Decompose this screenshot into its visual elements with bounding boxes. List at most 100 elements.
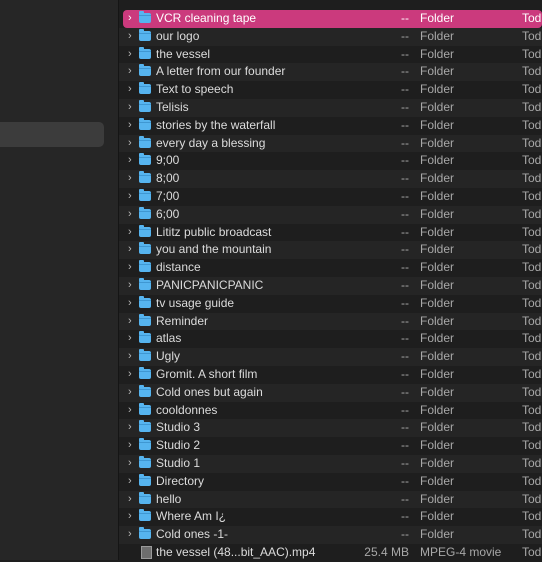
disclosure-chevron-icon[interactable]: › — [128, 224, 136, 242]
folder-row[interactable]: › A letter from our founder -- Folder Tod — [119, 63, 542, 82]
folder-row[interactable]: › the vessel -- Folder Tod — [119, 46, 542, 64]
item-name: tv usage guide — [156, 295, 235, 310]
disclosure-chevron-icon[interactable]: › — [128, 152, 136, 170]
folder-row[interactable]: › Ugly -- Folder Tod — [119, 348, 542, 366]
folder-row[interactable]: › Studio 1 -- Folder Tod — [119, 454, 542, 473]
item-size: -- — [401, 527, 409, 542]
item-kind: Folder — [420, 99, 455, 114]
item-date-modified: Tod — [522, 420, 542, 435]
folder-icon — [139, 188, 151, 201]
disclosure-chevron-icon[interactable]: › — [128, 402, 136, 420]
folder-row[interactable]: › Reminder -- Folder Tod — [119, 312, 542, 331]
folder-row[interactable]: › 9;00 -- Folder Tod — [119, 152, 542, 170]
disclosure-chevron-icon[interactable]: › — [128, 330, 136, 348]
video-file-icon — [141, 545, 152, 559]
item-kind: Folder — [420, 349, 455, 364]
folder-row[interactable]: › Studio 2 -- Folder Tod — [119, 437, 542, 455]
disclosure-chevron-icon[interactable]: › — [128, 28, 136, 46]
folder-row[interactable]: › 6;00 -- Folder Tod — [119, 205, 542, 224]
folder-row[interactable]: › Studio 3 -- Folder Tod — [119, 419, 542, 438]
folder-row[interactable]: › Gromit. A short film -- Folder Tod — [119, 366, 542, 384]
disclosure-chevron-icon[interactable]: › — [128, 170, 136, 188]
folder-row[interactable]: › Text to speech -- Folder Tod — [119, 81, 542, 99]
item-kind: Folder — [420, 473, 455, 488]
disclosure-chevron-icon[interactable]: › — [128, 313, 136, 331]
disclosure-chevron-icon[interactable]: › — [128, 46, 136, 64]
disclosure-chevron-icon[interactable]: › — [128, 117, 136, 135]
folder-icon — [139, 313, 151, 326]
file-row[interactable]: the vessel (48...bit_AAC).mp4 25.4 MB MPEG… — [119, 544, 542, 562]
folder-icon — [139, 117, 151, 130]
folder-row[interactable]: › Directory -- Folder Tod — [119, 473, 542, 491]
folder-row[interactable]: › VCR cleaning tape -- Folder Tod — [123, 10, 542, 28]
disclosure-chevron-icon[interactable]: › — [128, 366, 136, 384]
folder-row[interactable]: › stories by the waterfall -- Folder Tod — [119, 117, 542, 135]
folder-row[interactable]: › PANICPANICPANIC -- Folder Tod — [119, 276, 542, 295]
item-name: Telisis — [156, 99, 189, 114]
disclosure-chevron-icon[interactable]: › — [128, 277, 136, 295]
disclosure-chevron-icon[interactable]: › — [128, 437, 136, 455]
disclosure-chevron-icon[interactable]: › — [128, 295, 136, 313]
item-kind: Folder — [420, 260, 455, 275]
folder-row[interactable]: › atlas -- Folder Tod — [119, 330, 542, 348]
folder-row[interactable]: › 8;00 -- Folder Tod — [119, 170, 542, 188]
item-date-modified: Tod — [522, 11, 542, 25]
folder-icon — [139, 420, 151, 433]
item-name: every day a blessing — [156, 135, 266, 150]
folder-icon — [139, 82, 151, 95]
item-kind: Folder — [420, 46, 455, 61]
disclosure-chevron-icon[interactable]: › — [128, 241, 136, 259]
folder-row[interactable]: › our logo -- Folder Tod — [119, 27, 542, 46]
item-kind: Folder — [420, 153, 455, 168]
disclosure-chevron-icon[interactable]: › — [128, 526, 136, 544]
disclosure-chevron-icon[interactable]: › — [128, 384, 136, 402]
disclosure-chevron-icon[interactable]: › — [128, 259, 136, 277]
disclosure-chevron-icon[interactable]: › — [128, 455, 136, 473]
folder-row[interactable]: › you and the mountain -- Folder Tod — [119, 241, 542, 260]
folder-row[interactable]: › Telisis -- Folder Tod — [119, 98, 542, 117]
item-date-modified: Tod — [522, 438, 542, 453]
folder-row[interactable]: › distance -- Folder Tod — [119, 259, 542, 277]
folder-row[interactable]: › tv usage guide -- Folder Tod — [119, 295, 542, 313]
folder-row[interactable]: › Lititz public broadcast -- Folder Tod — [119, 224, 542, 242]
disclosure-chevron-icon[interactable]: › — [128, 188, 136, 206]
item-size: -- — [401, 224, 409, 239]
item-name: VCR cleaning tape — [156, 11, 257, 25]
folder-row[interactable]: › hello -- Folder Tod — [119, 490, 542, 509]
disclosure-chevron-icon[interactable]: › — [128, 508, 136, 526]
disclosure-chevron-icon[interactable]: › — [128, 99, 136, 117]
item-size: -- — [401, 117, 409, 132]
item-kind: Folder — [420, 64, 455, 79]
item-size: -- — [401, 366, 409, 381]
folder-row[interactable]: › Cold ones -1- -- Folder Tod — [119, 526, 542, 544]
item-name: the vessel (48...bit_AAC).mp4 — [156, 544, 316, 559]
folder-row[interactable]: › every day a blessing -- Folder Tod — [119, 134, 542, 153]
folder-icon — [139, 206, 151, 219]
folder-row[interactable]: › Cold ones but again -- Folder Tod — [119, 383, 542, 402]
item-size: -- — [401, 206, 409, 221]
item-name: PANICPANICPANIC — [156, 277, 264, 292]
item-kind: Folder — [420, 117, 455, 132]
item-kind: Folder — [420, 206, 455, 221]
disclosure-chevron-icon[interactable]: › — [128, 473, 136, 491]
folder-icon — [139, 295, 151, 308]
disclosure-chevron-icon[interactable]: › — [128, 81, 136, 99]
folder-row[interactable]: › 7;00 -- Folder Tod — [119, 188, 542, 206]
disclosure-chevron-icon[interactable]: › — [128, 419, 136, 437]
disclosure-chevron-icon[interactable]: › — [128, 206, 136, 224]
item-kind: Folder — [420, 455, 455, 470]
item-kind: MPEG-4 movie — [420, 544, 502, 559]
item-size: -- — [401, 46, 409, 61]
folder-row[interactable]: › cooldonnes -- Folder Tod — [119, 402, 542, 420]
folder-icon — [139, 46, 151, 59]
item-kind: Folder — [420, 491, 455, 506]
disclosure-chevron-icon[interactable]: › — [128, 491, 136, 509]
item-date-modified: Tod — [522, 473, 542, 488]
sidebar-selected-item[interactable] — [0, 122, 104, 147]
disclosure-chevron-icon[interactable]: › — [128, 348, 136, 366]
item-date-modified: Tod — [522, 46, 542, 61]
folder-row[interactable]: › Where Am I¿ -- Folder Tod — [119, 508, 542, 526]
disclosure-chevron-icon[interactable]: › — [128, 63, 136, 81]
disclosure-chevron-icon[interactable]: › — [128, 135, 136, 153]
disclosure-chevron-icon[interactable]: › — [128, 10, 136, 28]
